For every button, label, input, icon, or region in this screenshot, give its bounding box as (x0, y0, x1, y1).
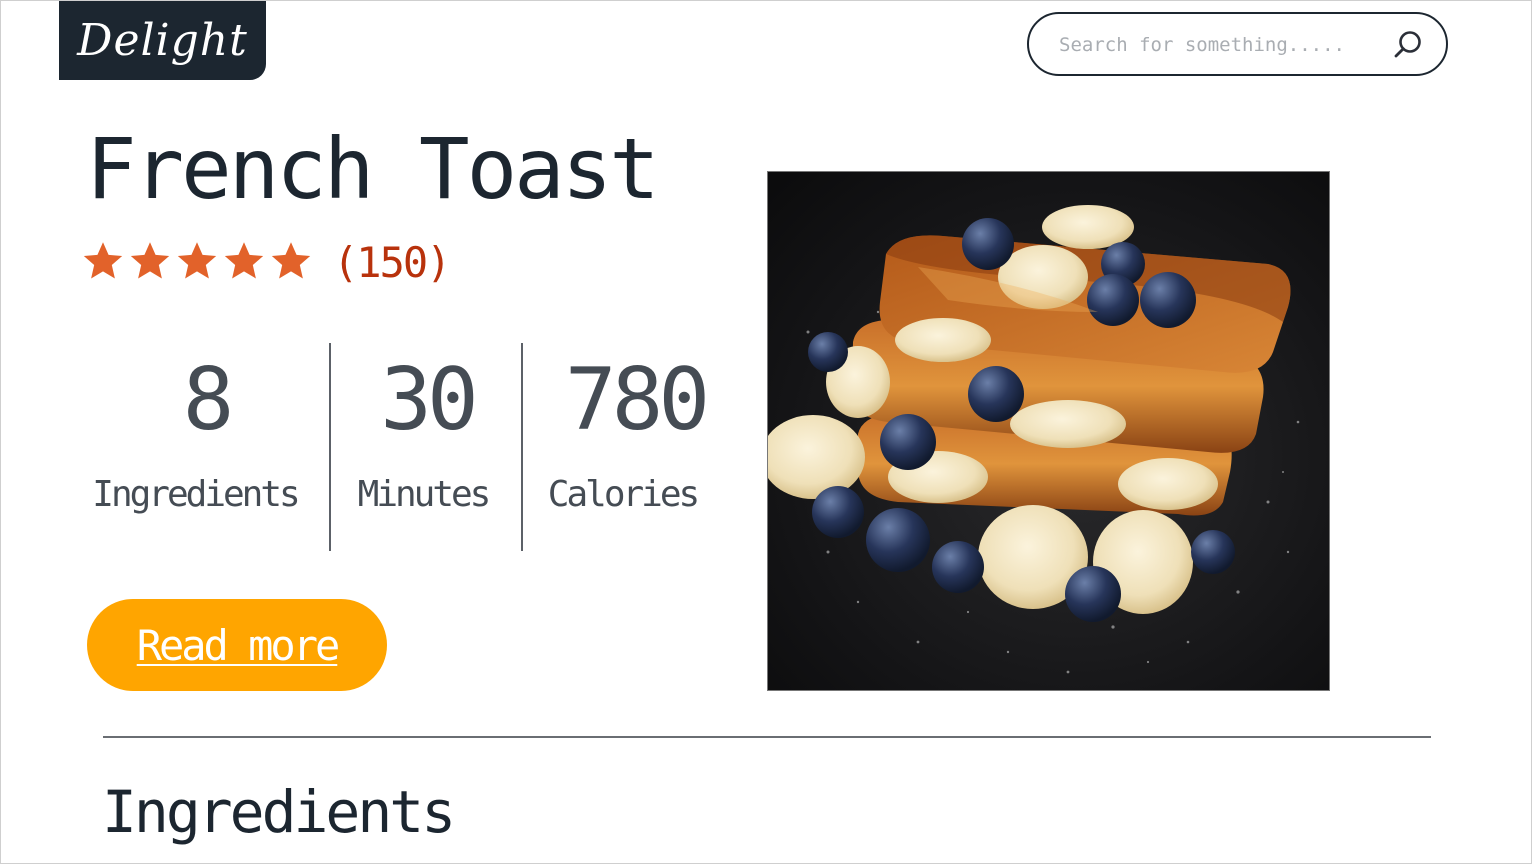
stat-divider (521, 343, 523, 551)
read-more-label: Read more (136, 620, 341, 670)
logo-text: Delight (77, 15, 248, 66)
search-bar[interactable] (1027, 12, 1448, 76)
stat-ingredients-value: 8 (182, 350, 235, 450)
recipe-photo (767, 171, 1330, 691)
star-icon (130, 242, 170, 279)
search-input[interactable] (1057, 27, 1381, 63)
review-count[interactable]: (150) (333, 238, 451, 287)
stat-minutes-value: 30 (380, 350, 479, 450)
recipe-title: French Toast (86, 120, 660, 218)
stat-divider (329, 343, 331, 551)
french-toast-image (768, 172, 1329, 690)
star-icon (177, 242, 217, 279)
star-icon (224, 242, 264, 279)
ingredients-heading: Ingredients (102, 778, 456, 846)
stat-ingredients-label: Ingredients (92, 474, 300, 515)
stat-calories-value: 780 (564, 350, 710, 450)
star-icon (271, 242, 311, 279)
section-divider (103, 736, 1431, 738)
stat-minutes-label: Minutes (357, 474, 492, 515)
stat-calories-label: Calories (547, 474, 700, 515)
star-icon (83, 242, 123, 279)
logo[interactable]: Delight (59, 1, 266, 80)
read-more-button[interactable]: Read more (87, 599, 387, 691)
search-icon[interactable] (1391, 28, 1425, 62)
star-rating (80, 238, 314, 284)
